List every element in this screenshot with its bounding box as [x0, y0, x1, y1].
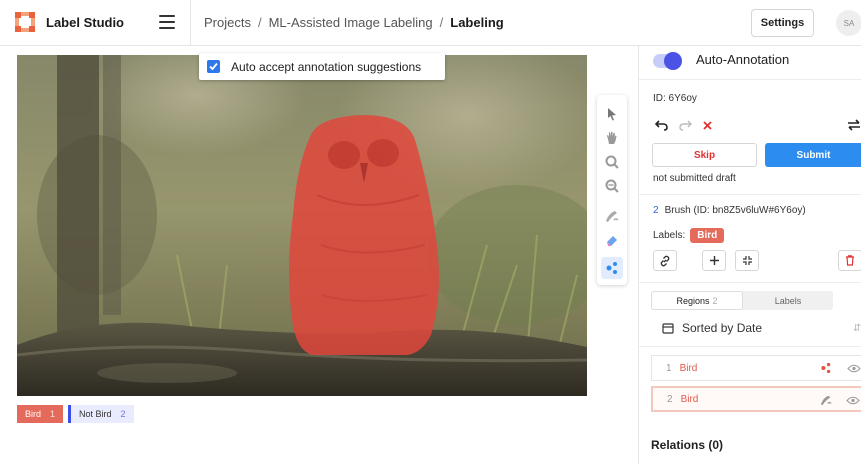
cursor-icon [608, 108, 616, 121]
divider [639, 282, 861, 283]
label-studio-logo-icon [15, 12, 35, 32]
auto-annotation-label: Auto-Annotation [696, 52, 790, 67]
compare-button[interactable] [846, 117, 861, 133]
brush-icon [819, 393, 833, 407]
pointer-tool[interactable] [601, 103, 623, 125]
region-index: 2 [667, 393, 673, 405]
sort-control[interactable]: Sorted by Date [662, 321, 762, 335]
swap-icon [848, 119, 860, 131]
breadcrumb-separator: / [257, 15, 262, 30]
auto-detect-tool[interactable] [601, 257, 623, 279]
undo-button[interactable] [653, 117, 669, 133]
redo-button[interactable] [677, 117, 693, 133]
eye-icon[interactable] [847, 361, 861, 375]
breadcrumb-separator: / [439, 15, 444, 30]
zoom-out-tool[interactable] [601, 175, 623, 197]
collapse-icon [742, 256, 752, 265]
delete-region-button[interactable] [838, 250, 861, 271]
skip-button[interactable]: Skip [652, 143, 757, 167]
logo[interactable]: Label Studio [14, 11, 124, 33]
auto-detect-icon [820, 361, 832, 375]
breadcrumb: Projects / ML-Assisted Image Labeling / Labe… [204, 15, 504, 30]
region-title: Brush (ID: bn8Z5v6luW#6Y6oy) [664, 205, 806, 216]
undo-icon [654, 120, 668, 131]
hand-icon [607, 131, 617, 144]
draft-status: not submitted draft [653, 173, 736, 184]
zoom-in-icon [605, 155, 619, 169]
reset-button[interactable] [699, 117, 715, 133]
auto-accept-suggestions[interactable]: Auto accept annotation suggestions [199, 53, 445, 80]
zoom-in-tool[interactable] [601, 151, 623, 173]
check-icon [209, 62, 218, 71]
label-bird[interactable]: Bird 1 [17, 405, 64, 423]
menu-icon[interactable] [159, 15, 175, 29]
panel-tabs: Regions 2 Labels [651, 291, 833, 310]
tab-labels[interactable]: Labels [743, 291, 833, 310]
annotation-id: ID: 6Y6oy [653, 93, 697, 104]
app-name: Label Studio [46, 14, 124, 30]
eye-icon[interactable] [846, 393, 860, 407]
tab-label: Regions [676, 295, 710, 306]
plus-icon [709, 256, 719, 265]
auto-accept-label: Auto accept annotation suggestions [231, 59, 422, 74]
divider [639, 194, 861, 195]
tab-count: 2 [712, 295, 718, 306]
sort-label: Sorted by Date [682, 321, 763, 335]
label-name: Not Bird [79, 409, 112, 419]
owl-image [17, 55, 587, 396]
region-label: Bird [679, 362, 698, 374]
brush-icon [606, 211, 619, 222]
label-hotkey: 2 [120, 409, 126, 419]
trash-icon [846, 255, 854, 266]
side-panel: Auto-Annotation ID: 6Y6oy Skip Submit no… [638, 46, 861, 464]
close-icon [702, 120, 712, 130]
avatar[interactable]: SA [836, 10, 861, 36]
label-hotkey: 1 [50, 409, 56, 419]
divider [190, 0, 191, 46]
divider [639, 79, 861, 80]
breadcrumb-current: Labeling [450, 15, 504, 30]
eraser-icon [607, 236, 617, 246]
breadcrumb-project[interactable]: ML-Assisted Image Labeling [269, 15, 433, 30]
sort-direction-icon[interactable]: ⇵ [853, 323, 861, 334]
image-canvas[interactable] [17, 55, 587, 396]
region-list-item-selected[interactable]: 2 Bird [651, 386, 861, 412]
labels-prefix: Labels: [653, 230, 686, 241]
label-tag-bird: Bird [690, 228, 725, 243]
label-not-bird[interactable]: Not Bird 2 [68, 405, 134, 423]
auto-annotation-toggle[interactable] [653, 52, 682, 70]
top-bar: Label Studio Projects / ML-Assisted Image … [0, 0, 861, 46]
link-icon [660, 255, 670, 266]
region-labels: Labels: Bird [653, 228, 725, 243]
tab-regions[interactable]: Regions 2 [651, 291, 743, 310]
label-name: Bird [25, 409, 42, 419]
tool-palette [597, 95, 627, 285]
calendar-icon [662, 323, 674, 334]
breadcrumb-projects[interactable]: Projects [204, 15, 251, 30]
auto-accept-checkbox[interactable] [207, 60, 220, 73]
divider [639, 346, 861, 347]
selected-region-title: 2 Brush (ID: bn8Z5v6luW#6Y6oy) [653, 205, 806, 216]
redo-icon [678, 120, 692, 131]
brush-tool[interactable] [601, 205, 623, 227]
submit-button[interactable]: Submit [765, 143, 861, 167]
settings-button[interactable]: Settings [751, 9, 814, 37]
label-bar: Bird 1 Not Bird 2 [17, 405, 139, 423]
fullscreen-button[interactable] [735, 250, 759, 271]
zoom-out-icon [605, 179, 619, 193]
region-index: 1 [666, 362, 672, 374]
tab-label: Labels [774, 295, 802, 306]
region-index: 2 [653, 205, 659, 216]
pan-tool[interactable] [601, 127, 623, 149]
relations-heading: Relations (0) [651, 438, 724, 452]
link-region-button[interactable] [653, 250, 677, 271]
region-list-item[interactable]: 1 Bird [651, 355, 861, 381]
region-label: Bird [680, 393, 699, 405]
eraser-tool[interactable] [601, 229, 623, 251]
toggle-knob [664, 52, 682, 70]
add-button[interactable] [702, 250, 726, 271]
auto-detect-icon [606, 262, 617, 274]
